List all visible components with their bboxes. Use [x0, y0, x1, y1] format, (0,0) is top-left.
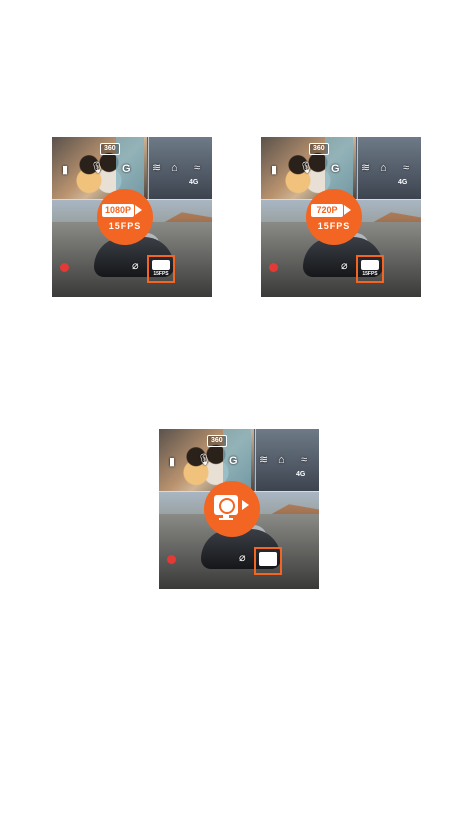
- network-4g-label: 4G: [398, 179, 408, 186]
- g-sensor-icon[interactable]: G: [331, 164, 340, 175]
- resolution-popup: 1080P 15FPS: [97, 189, 153, 245]
- record-indicator-icon: [167, 555, 176, 564]
- microphone-icon[interactable]: 🎙: [90, 163, 104, 174]
- dashcam-screen-timelapse: 360 ▮ 🎙 G ≋ ⌂ ≈ 4G ⌀: [159, 429, 319, 589]
- wifi-off-icon[interactable]: ≋: [361, 163, 370, 174]
- timelapse-popup: [204, 481, 260, 537]
- microphone-icon[interactable]: 🎙: [197, 455, 211, 466]
- sd-card-icon[interactable]: ▮: [271, 165, 277, 176]
- parking-monitor-icon[interactable]: ⌂: [380, 163, 387, 174]
- wifi-icon[interactable]: ≈: [301, 455, 307, 466]
- dashcam-screen-720p: 360 ▮ 🎙 G ≋ ⌂ ≈ 4G 720P 15FPS ⌀ 15FPS: [261, 137, 421, 297]
- network-4g-label: 4G: [189, 179, 199, 186]
- sd-card-icon[interactable]: ▮: [62, 165, 68, 176]
- parking-monitor-icon[interactable]: ⌂: [171, 163, 178, 174]
- g-sensor-icon[interactable]: G: [122, 164, 131, 175]
- fps-label: 15FPS: [317, 221, 351, 231]
- resolution-icon: [152, 260, 170, 270]
- sd-card-icon[interactable]: ▮: [169, 457, 175, 468]
- record-indicator-icon: [60, 263, 69, 272]
- wifi-icon[interactable]: ≈: [194, 163, 200, 174]
- parking-monitor-icon[interactable]: ⌂: [278, 455, 285, 466]
- network-4g-label: 4G: [296, 471, 306, 478]
- record-indicator-icon: [269, 263, 278, 272]
- panorama-360-icon[interactable]: 360: [100, 143, 120, 155]
- resolution-popup: 720P 15FPS: [306, 189, 362, 245]
- wifi-off-icon[interactable]: ≋: [152, 163, 161, 174]
- resolution-menu-item[interactable]: 15FPS: [147, 255, 175, 283]
- timelapse-camera-icon: [214, 495, 238, 515]
- resolution-label: 720P: [311, 204, 343, 217]
- g-sensor-icon[interactable]: G: [229, 456, 238, 467]
- wifi-off-icon[interactable]: ≋: [259, 455, 268, 466]
- fps-label: 15FPS: [108, 221, 142, 231]
- voice-control-icon[interactable]: ⌀: [341, 261, 348, 272]
- voice-control-icon[interactable]: ⌀: [132, 261, 139, 272]
- clock-icon: [219, 498, 235, 514]
- timelapse-menu-item[interactable]: [254, 547, 282, 575]
- resolution-label: 1080P: [102, 204, 134, 217]
- wifi-icon[interactable]: ≈: [403, 163, 409, 174]
- resolution-menu-item[interactable]: 15FPS: [356, 255, 384, 283]
- timelapse-icon: [259, 552, 277, 566]
- resolution-icon: [361, 260, 379, 270]
- voice-control-icon[interactable]: ⌀: [239, 553, 246, 564]
- panorama-360-icon[interactable]: 360: [309, 143, 329, 155]
- dashcam-screen-1080p: 360 ▮ 🎙 G ≋ ⌂ ≈ 4G 1080P 15FPS ⌀ 15FPS: [52, 137, 212, 297]
- video-camera-icon: [135, 205, 142, 215]
- video-camera-icon: [344, 205, 351, 215]
- panorama-360-icon[interactable]: 360: [207, 435, 227, 447]
- microphone-icon[interactable]: 🎙: [299, 163, 313, 174]
- video-camera-icon: [242, 500, 249, 510]
